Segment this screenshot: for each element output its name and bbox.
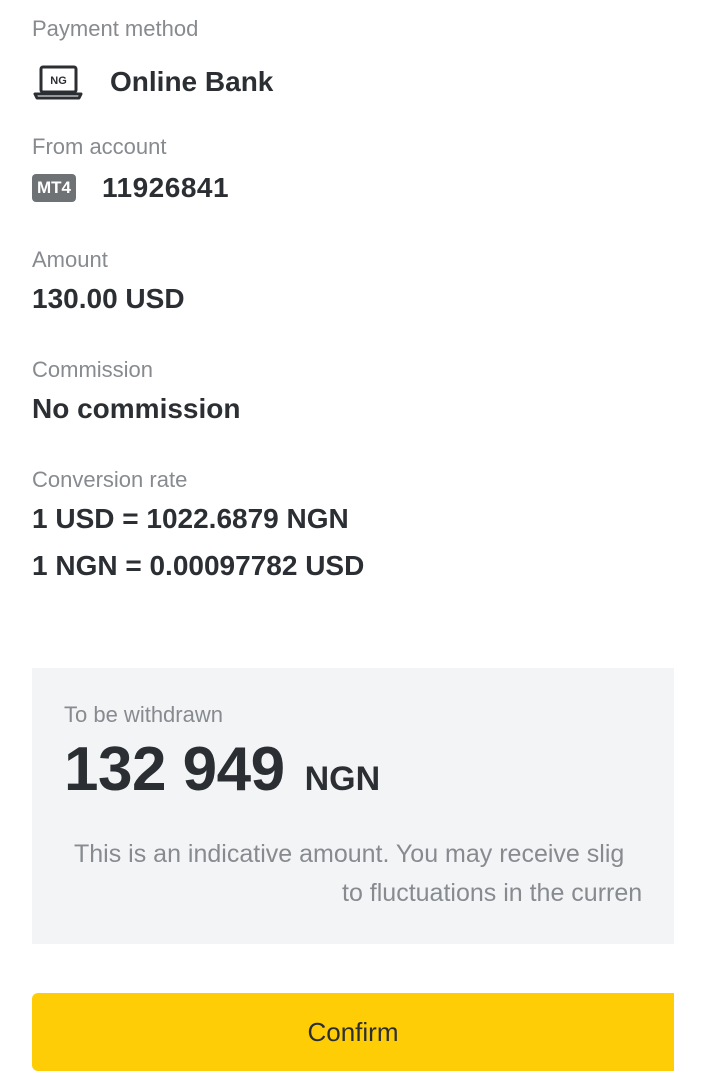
confirm-button[interactable]: Confirm [32, 993, 674, 1071]
laptop-icon-text: NG [50, 75, 67, 87]
payment-method-row: NG Online Bank [32, 64, 273, 100]
withdrawn-amount-number: 132 949 [64, 735, 285, 804]
mt4-badge: MT4 [32, 174, 76, 202]
conversion-rate-line2: 1 NGN = 0.00097782 USD [32, 550, 365, 581]
payment-method-value: Online Bank [110, 66, 274, 97]
account-number: 11926841 [102, 172, 230, 203]
amount-label: Amount [32, 247, 108, 272]
withdrawn-amount-currency: NGN [304, 760, 381, 798]
conversion-rate-line1: 1 USD = 1022.6879 NGN [32, 503, 349, 534]
laptop-icon: NG [32, 64, 84, 100]
conversion-rate-label: Conversion rate [32, 467, 188, 492]
from-account-row: MT4 11926841 [32, 172, 229, 204]
payment-method-label: Payment method [32, 16, 199, 41]
to-be-withdrawn-label: To be withdrawn [64, 702, 223, 727]
withdrawal-summary-panel: To be withdrawn 132 949 NGN This is an i… [32, 668, 674, 944]
from-account-label: From account [32, 134, 167, 159]
indicative-note-line1: This is an indicative amount. You may re… [74, 840, 625, 868]
commission-value: No commission [32, 393, 241, 424]
indicative-note-line2: to fluctuations in the curren [342, 879, 643, 907]
amount-value: 130.00 USD [32, 283, 185, 314]
withdrawn-amount: 132 949 NGN [64, 734, 380, 805]
commission-label: Commission [32, 357, 154, 382]
